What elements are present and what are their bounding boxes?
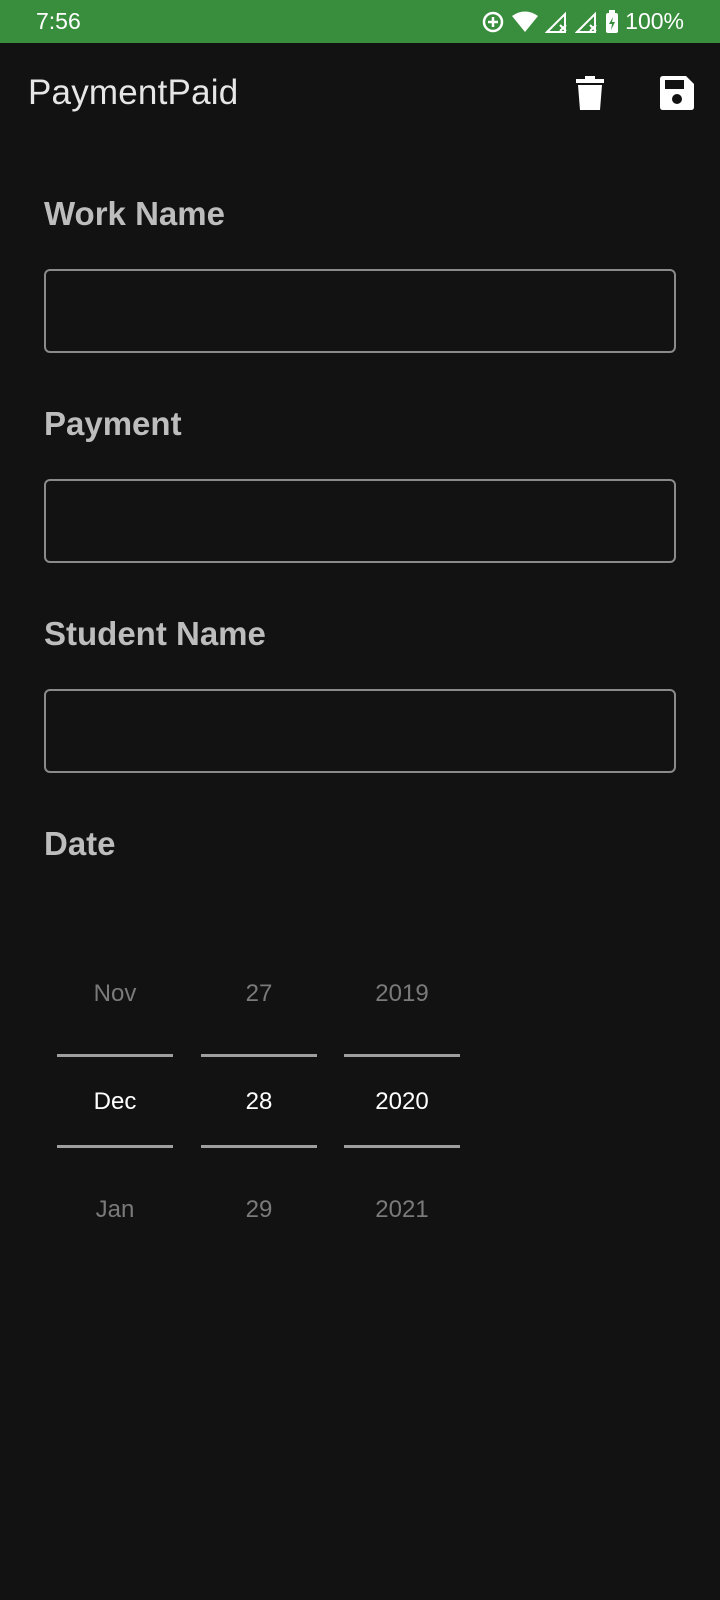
day-prev[interactable]: 27 <box>201 980 317 1008</box>
work-name-label: Work Name <box>44 195 225 232</box>
delete-button[interactable] <box>566 71 614 119</box>
signal-icon <box>575 10 599 34</box>
save-icon <box>660 75 694 115</box>
battery-charging-icon <box>605 9 619 34</box>
month-divider-top <box>57 1054 173 1057</box>
battery-percent: 100% <box>625 8 684 34</box>
day-divider-top <box>201 1054 317 1057</box>
app-bar: PaymentPaid <box>0 43 720 149</box>
year-divider-bottom <box>344 1145 460 1148</box>
day-next[interactable]: 29 <box>201 1196 317 1224</box>
student-name-label: Student Name <box>44 615 266 652</box>
month-divider-bottom <box>57 1145 173 1148</box>
month-picker[interactable]: Nov Dec Jan <box>57 950 173 1250</box>
payment-label: Payment <box>44 405 182 442</box>
year-divider-top <box>344 1054 460 1057</box>
year-next[interactable]: 2021 <box>344 1196 460 1224</box>
status-bar: 7:56 100% <box>0 0 720 43</box>
day-selected[interactable]: 28 <box>201 1088 317 1116</box>
month-next[interactable]: Jan <box>57 1196 173 1224</box>
date-label: Date <box>44 825 116 862</box>
month-prev[interactable]: Nov <box>57 980 173 1008</box>
day-divider-bottom <box>201 1145 317 1148</box>
wifi-icon <box>511 10 539 34</box>
day-picker[interactable]: 27 28 29 <box>201 950 317 1250</box>
student-name-input[interactable] <box>44 689 676 773</box>
year-prev[interactable]: 2019 <box>344 980 460 1008</box>
status-icons: 100% <box>481 8 684 35</box>
status-time: 7:56 <box>36 8 81 34</box>
data-saver-icon <box>481 10 505 34</box>
payment-input[interactable] <box>44 479 676 563</box>
work-name-input[interactable] <box>44 269 676 353</box>
year-picker[interactable]: 2019 2020 2021 <box>344 950 460 1250</box>
trash-icon <box>576 75 604 115</box>
app-title: PaymentPaid <box>28 73 239 112</box>
signal-icon <box>545 10 569 34</box>
month-selected[interactable]: Dec <box>57 1088 173 1116</box>
save-button[interactable] <box>653 71 701 119</box>
year-selected[interactable]: 2020 <box>344 1088 460 1116</box>
